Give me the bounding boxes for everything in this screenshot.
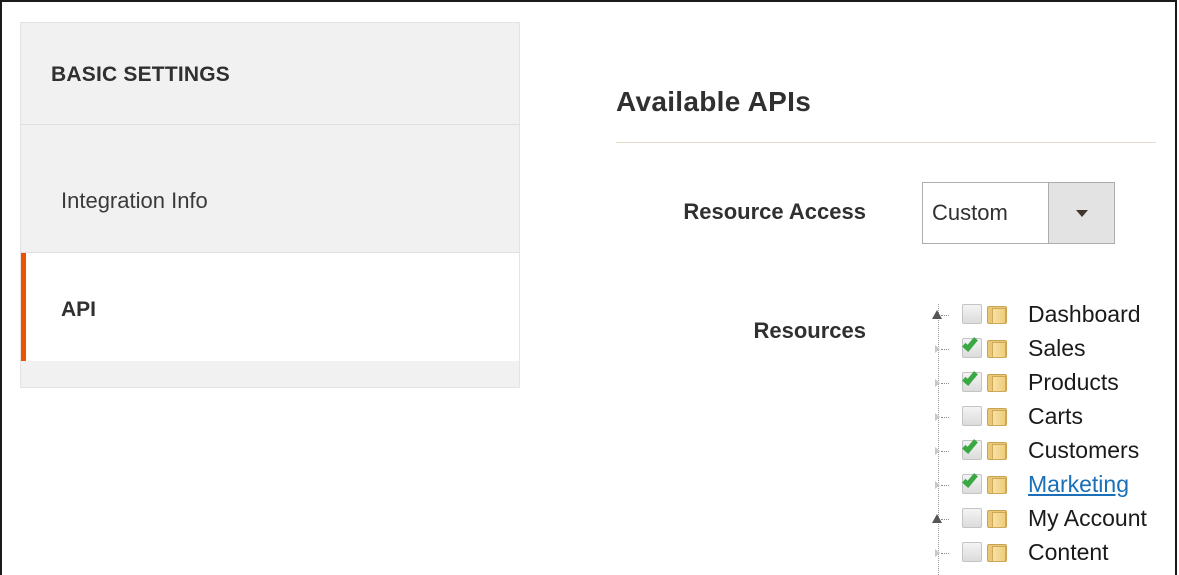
resource-checkbox[interactable] — [962, 542, 982, 562]
folder-icon — [987, 372, 1009, 393]
tree-node-label[interactable]: Carts — [1028, 403, 1083, 430]
resources-label: Resources — [753, 318, 866, 343]
tree-node[interactable]: Carts — [930, 400, 1175, 434]
checkmark-icon — [962, 335, 978, 352]
tree-leaf-icon — [932, 378, 949, 388]
expand-toggle-icon[interactable] — [932, 310, 949, 320]
dropdown-toggle[interactable] — [1048, 183, 1114, 243]
tree-node[interactable]: Marketing — [930, 468, 1175, 502]
section-title: Available APIs — [616, 86, 812, 117]
tree-node-label[interactable]: Products — [1028, 369, 1119, 396]
folder-icon — [987, 508, 1009, 529]
sidebar-item-label: API — [61, 298, 97, 321]
chevron-down-icon — [1076, 210, 1088, 217]
folder-icon — [987, 338, 1009, 359]
tree-leaf-icon — [932, 548, 949, 558]
checkmark-icon — [962, 369, 978, 386]
folder-icon — [987, 304, 1009, 325]
resource-checkbox[interactable] — [962, 406, 982, 426]
resources-tree: Dashboard Sales Products Carts Customers Mark… — [930, 298, 1175, 575]
tree-leaf-icon — [932, 446, 949, 456]
folder-icon — [987, 440, 1009, 461]
folder-icon — [987, 406, 1009, 427]
folder-icon — [987, 542, 1009, 563]
tree-node[interactable]: Products — [930, 366, 1175, 400]
tree-leaf-icon — [932, 344, 949, 354]
tree-node-label[interactable]: Customers — [1028, 437, 1139, 464]
sidebar-title: BASIC SETTINGS — [21, 23, 519, 125]
tree-node[interactable]: Content — [930, 536, 1175, 570]
tree-node-label[interactable]: Dashboard — [1028, 301, 1141, 328]
resource-checkbox[interactable] — [962, 335, 982, 358]
tree-node[interactable]: Dashboard — [930, 298, 1175, 332]
tree-leaf-icon — [932, 480, 949, 490]
resource-access-label: Resource Access — [683, 199, 866, 224]
resource-checkbox[interactable] — [962, 471, 982, 494]
checkmark-icon — [962, 437, 978, 454]
resource-access-value: Custom — [932, 200, 1008, 225]
resource-checkbox[interactable] — [962, 304, 982, 324]
settings-sidebar: BASIC SETTINGS Integration Info API — [20, 22, 520, 388]
resource-access-select[interactable]: Custom — [922, 182, 1115, 244]
section-divider — [616, 142, 1156, 143]
sidebar-item-label: Integration Info — [61, 188, 208, 213]
resource-checkbox[interactable] — [962, 437, 982, 460]
resource-checkbox[interactable] — [962, 508, 982, 528]
tree-node[interactable]: My Account — [930, 502, 1175, 536]
folder-icon — [987, 474, 1009, 495]
tree-node-label[interactable]: Sales — [1028, 335, 1086, 362]
tree-node[interactable]: Sales — [930, 332, 1175, 366]
sidebar-item-api[interactable]: API — [21, 253, 519, 361]
tree-node-label[interactable]: My Account — [1028, 505, 1147, 532]
checkmark-icon — [962, 471, 978, 488]
tree-node-label[interactable]: Marketing — [1028, 471, 1129, 498]
sidebar-item-integration-info[interactable]: Integration Info — [21, 125, 519, 253]
tree-leaf-icon — [932, 412, 949, 422]
tree-node-label[interactable]: Content — [1028, 539, 1109, 566]
resource-checkbox[interactable] — [962, 369, 982, 392]
sidebar-title-text: BASIC SETTINGS — [51, 63, 230, 86]
expand-toggle-icon[interactable] — [932, 514, 949, 524]
tree-node[interactable]: Customers — [930, 434, 1175, 468]
